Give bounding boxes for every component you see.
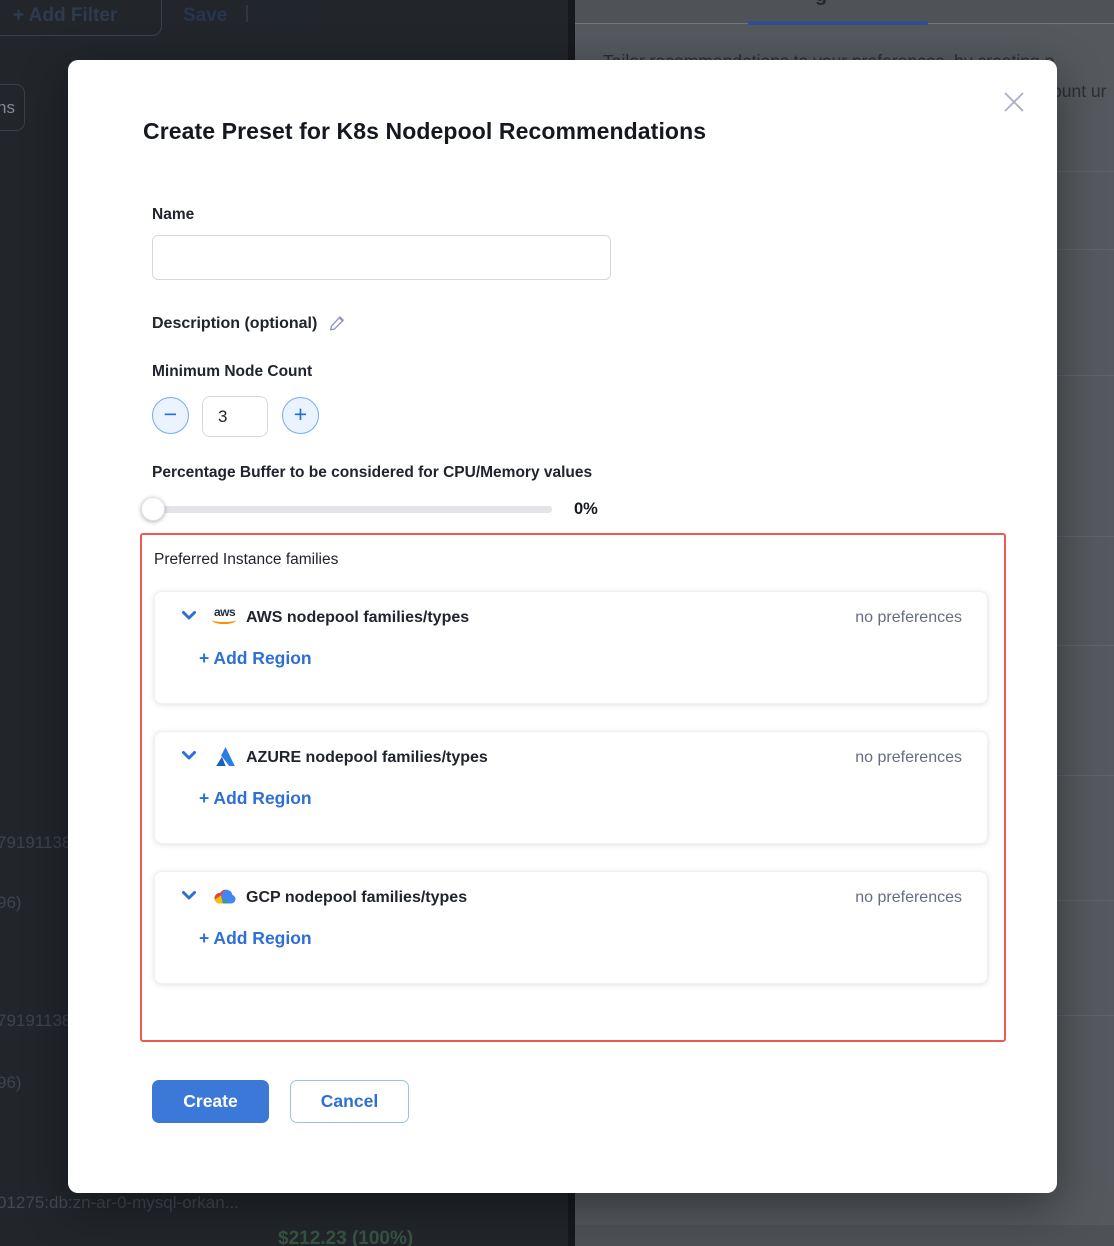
name-label: Name (152, 206, 194, 224)
chevron-down-icon (180, 606, 198, 624)
table-cell-fragment: 96) (0, 893, 22, 913)
add-region-button[interactable]: + Add Region (199, 648, 312, 669)
panel-description-fragment: ount ur (1052, 81, 1106, 102)
expand-toggle[interactable] (180, 746, 198, 769)
slider-handle[interactable] (141, 497, 165, 521)
azure-icon (210, 743, 240, 769)
aws-icon: aws (210, 603, 240, 629)
table-cell-fragment: 79191138 (0, 833, 71, 853)
save-button[interactable]: Save (183, 5, 227, 27)
create-preset-dialog: Create Preset for K8s Nodepool Recommend… (68, 60, 1057, 1193)
close-icon (1001, 89, 1027, 115)
price-fragment: $212.23 (100%) (278, 1228, 413, 1246)
chevron-down-icon (180, 886, 198, 904)
clipped-chip: ns (0, 84, 25, 131)
gcp-icon (210, 883, 240, 909)
buffer-value: 0% (574, 500, 598, 519)
add-region-button[interactable]: + Add Region (199, 788, 312, 809)
provider-status: no preferences (855, 889, 962, 907)
buffer-slider[interactable] (144, 506, 552, 513)
reset-button[interactable]: Reset (262, 5, 314, 27)
plus-icon: + (294, 403, 307, 426)
dialog-title: Create Preset for K8s Nodepool Recommend… (143, 118, 706, 145)
chevron-down-icon (180, 746, 198, 764)
preferred-families-label: Preferred Instance families (154, 551, 338, 569)
db-row-fragment: 01275:db:zn-ar-0-mysql-orkan... (0, 1193, 239, 1213)
expand-toggle[interactable] (180, 606, 198, 629)
tab-bar (575, 0, 1114, 23)
description-row: Description (optional) (152, 314, 347, 333)
cancel-button[interactable]: Cancel (290, 1080, 409, 1123)
provider-status: no preferences (855, 749, 962, 767)
panel-footer-band (575, 1225, 1114, 1246)
provider-card-gcp: GCP nodepool families/types no preferenc… (154, 871, 988, 984)
create-button[interactable]: Create (152, 1080, 269, 1123)
expand-toggle[interactable] (180, 886, 198, 909)
add-region-button[interactable]: + Add Region (199, 928, 312, 949)
active-tab-indicator (748, 21, 928, 25)
provider-status: no preferences (855, 609, 962, 627)
clipped-chip-label: ns (0, 98, 15, 118)
preferred-families-section: Preferred Instance families aws AWS node… (140, 533, 1006, 1042)
pencil-edit-icon[interactable] (328, 314, 347, 333)
min-node-count-label: Minimum Node Count (152, 363, 312, 381)
heading-fragment: g (815, 0, 827, 7)
app-screen: + Add Filter Save Reset ns 79191138 96) … (0, 0, 1114, 1246)
provider-card-aws: aws AWS nodepool families/types no prefe… (154, 591, 988, 704)
add-filter-label[interactable]: + Add Filter (13, 5, 117, 27)
decrement-button[interactable]: − (152, 397, 189, 434)
provider-label: GCP nodepool families/types (246, 889, 467, 907)
provider-label: AZURE nodepool families/types (246, 749, 488, 767)
table-cell-fragment: 79191138 (0, 1011, 71, 1031)
table-cell-fragment: 96) (0, 1073, 22, 1093)
node-count-input[interactable] (202, 396, 268, 437)
provider-card-azure: AZURE nodepool families/types no prefere… (154, 731, 988, 844)
increment-button[interactable]: + (282, 397, 319, 434)
minus-icon: − (164, 403, 177, 426)
provider-label: AWS nodepool families/types (246, 609, 469, 627)
toolbar-divider (246, 5, 248, 22)
description-label: Description (optional) (152, 315, 317, 333)
name-input[interactable] (152, 235, 611, 280)
buffer-label: Percentage Buffer to be considered for C… (152, 464, 592, 482)
close-button[interactable] (1000, 88, 1028, 116)
